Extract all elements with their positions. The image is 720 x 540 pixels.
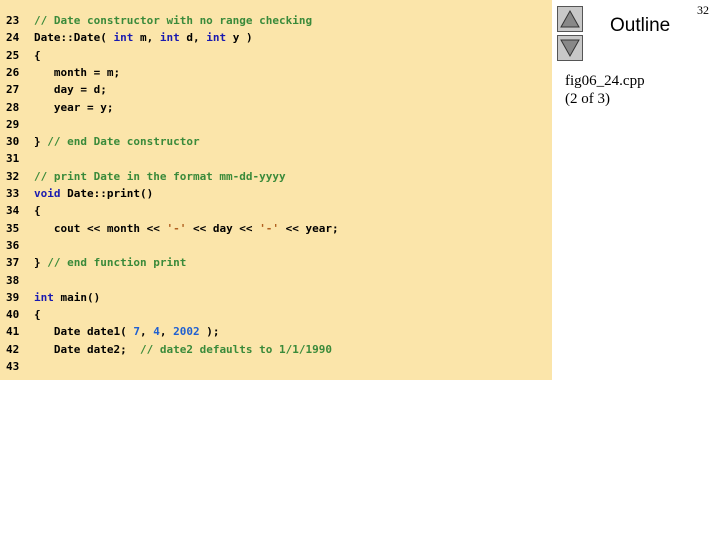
line-number: 27	[6, 83, 20, 97]
line-number: 31	[6, 152, 20, 166]
code-token: ,	[139, 325, 154, 339]
line-number: 24	[6, 31, 20, 45]
file-name: fig06_24.cpp	[565, 73, 645, 89]
code-text: year = y;	[34, 99, 114, 116]
code-token: month = m;	[34, 65, 121, 79]
code-text: {	[34, 47, 41, 64]
code-token: Date::print()	[60, 187, 154, 200]
code-token: 4	[153, 325, 160, 339]
code-token: // end Date constructor	[47, 135, 200, 149]
file-caption: fig06_24.cpp (2 of 3)	[565, 72, 645, 108]
code-token: int	[34, 290, 54, 304]
code-token: }	[34, 135, 48, 149]
code-token: void	[34, 187, 61, 200]
outline-label: Outline	[610, 15, 671, 36]
code-token: m,	[133, 31, 160, 45]
code-token: Date date1(	[34, 325, 134, 339]
code-token: int	[206, 31, 227, 45]
code-token: // print Date in the format mm-dd-yyyy	[34, 169, 286, 183]
line-number: 26	[6, 65, 20, 79]
code-text: {	[34, 306, 41, 323]
code-text: void Date::print()	[34, 185, 153, 202]
next-slide-button[interactable]	[557, 35, 583, 61]
line-number: 33	[6, 187, 20, 200]
triangle-up-icon	[560, 9, 580, 28]
line-number: 34	[6, 204, 20, 218]
code-token: year = y;	[34, 100, 114, 114]
code-token: main()	[53, 290, 101, 304]
line-number: 42	[6, 342, 20, 356]
line-number: 36	[6, 238, 20, 252]
triangle-down-icon	[560, 39, 580, 58]
code-token: '-'	[166, 221, 187, 235]
code-token: ,	[159, 325, 174, 339]
code-token: // Date constructor with no range checki…	[34, 14, 313, 27]
code-token: );	[199, 325, 220, 339]
code-token: int	[113, 31, 134, 45]
code-token: {	[34, 204, 41, 218]
code-token: }	[34, 256, 48, 270]
code-token: cout << month <<	[34, 221, 167, 235]
code-token: y )	[226, 31, 253, 45]
line-number: 41	[6, 325, 20, 339]
code-token: {	[34, 308, 41, 322]
page-info: (2 of 3)	[565, 91, 610, 107]
line-number: 28	[6, 100, 20, 114]
line-number: 43	[6, 360, 20, 373]
code-text: Date date1( 7, 4, 2002 );	[34, 323, 220, 340]
code-text: } // end function print	[34, 254, 186, 271]
code-token: << day <<	[186, 221, 260, 235]
code-token: // date2 defaults to 1/1/1990	[139, 342, 333, 356]
code-token: 7	[133, 325, 140, 339]
line-number: 35	[6, 221, 20, 235]
line-number: 38	[6, 273, 20, 287]
code-listing-panel: 23 // Date constructor with no range chec…	[0, 0, 552, 380]
code-token: << year;	[279, 221, 339, 235]
line-number: 29	[6, 117, 20, 131]
line-number: 23	[6, 14, 20, 27]
code-token: // end function print	[47, 256, 187, 270]
line-number: 37	[6, 256, 20, 270]
code-text: Date date2; // date2 defaults to 1/1/199…	[34, 341, 332, 358]
code-token: Date::Date(	[34, 31, 114, 45]
code-text: int main()	[34, 289, 100, 306]
code-text: day = d;	[34, 81, 107, 98]
code-token: d,	[179, 31, 207, 45]
code-token: '-'	[259, 221, 280, 235]
code-text: cout << month << '-' << day << '-' << ye…	[34, 220, 339, 237]
line-number: 39	[6, 290, 20, 304]
line-number: 40	[6, 308, 20, 322]
code-text: month = m;	[34, 64, 120, 81]
line-number: 32	[6, 169, 20, 183]
code-token: day = d;	[34, 83, 107, 97]
code-token: int	[159, 31, 180, 45]
code-token: 2002	[173, 325, 200, 339]
line-number: 25	[6, 48, 20, 62]
line-number: 30	[6, 135, 20, 149]
code-token: {	[34, 48, 41, 62]
code-text: } // end Date constructor	[34, 133, 200, 150]
page-number: 32	[697, 3, 709, 17]
code-token: Date date2;	[34, 342, 140, 356]
code-text: Date::Date( int m, int d, int y )	[34, 29, 253, 46]
previous-slide-button[interactable]	[557, 6, 583, 32]
code-text: {	[34, 202, 41, 219]
code-text: // print Date in the format mm-dd-yyyy	[34, 168, 286, 185]
code-text: // Date constructor with no range checki…	[34, 12, 312, 29]
